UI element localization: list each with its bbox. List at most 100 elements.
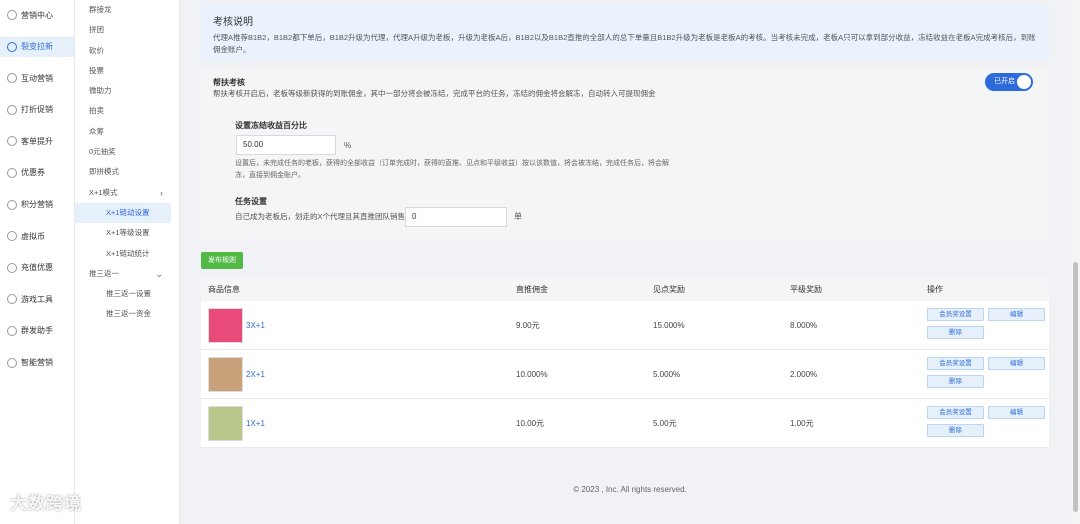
help-title: 帮扶考核 bbox=[213, 78, 245, 87]
edit-button[interactable]: 编辑 bbox=[988, 406, 1045, 419]
subnav-x1-item-1-label: X+1等级设置 bbox=[106, 228, 150, 238]
subnav-tui3-item-0-label: 推三返一设置 bbox=[106, 289, 151, 299]
delete-button[interactable]: 删除 bbox=[927, 326, 984, 339]
level-reward: 8.000% bbox=[790, 320, 818, 330]
nav-item-9[interactable]: 游戏工具 bbox=[0, 289, 74, 309]
member-reward-button[interactable]: 会员奖设置 bbox=[927, 308, 984, 321]
delete-button[interactable]: 删除 bbox=[927, 424, 984, 437]
nav-item-3[interactable]: 打折促销 bbox=[0, 100, 74, 120]
subnav-item-0-label: 群接龙 bbox=[89, 5, 112, 14]
nav-item-label: 优惠券 bbox=[21, 168, 45, 178]
game-icon bbox=[7, 294, 17, 305]
help-toggle[interactable]: 已开启 bbox=[985, 73, 1033, 91]
help-assessment-card: 帮扶考核 帮扶考核开启后，老板等级新获得的到账佣金，其中一部分将会被冻结，完成平… bbox=[201, 67, 1049, 240]
edit-button[interactable]: 编辑 bbox=[988, 308, 1045, 321]
nav-item-1[interactable]: 裂变拉新 bbox=[0, 36, 74, 57]
subnav-item-6[interactable]: 众筹 bbox=[75, 122, 179, 142]
product-thumbnail[interactable] bbox=[208, 307, 243, 343]
freeze-percent-input[interactable]: 50.00 bbox=[236, 135, 336, 155]
nav-item-label: 互动营销 bbox=[21, 73, 53, 83]
interact-icon bbox=[7, 73, 17, 84]
nav-item-5[interactable]: 优惠券 bbox=[0, 163, 74, 183]
subnav-item-4[interactable]: 微助力 bbox=[75, 81, 179, 101]
subnav-x1-item-2[interactable]: X+1链动统计 bbox=[75, 244, 179, 264]
task-unit: 单 bbox=[514, 212, 522, 221]
nav-item-2[interactable]: 互动营销 bbox=[0, 68, 74, 88]
subnav-x1-item-1[interactable]: X+1等级设置 bbox=[75, 223, 179, 243]
nav-item-label: 群发助手 bbox=[21, 326, 53, 336]
nav-item-6[interactable]: 积分营销 bbox=[0, 195, 74, 215]
nav-item-label: 智能营销 bbox=[21, 358, 53, 368]
subnav-item-2[interactable]: 砍价 bbox=[75, 41, 179, 61]
task-title: 任务设置 bbox=[235, 197, 267, 206]
task-count-input[interactable]: 0 bbox=[405, 207, 507, 227]
subnav-group-tui3[interactable]: 推三返一 ⌄ bbox=[75, 264, 179, 284]
product-name[interactable]: 2X+1 bbox=[246, 370, 265, 379]
delete-button[interactable]: 删除 bbox=[927, 375, 984, 388]
product-cell: 2X+1 bbox=[201, 356, 516, 392]
product-thumbnail[interactable] bbox=[208, 356, 243, 392]
chevron-icon: ⌄ bbox=[155, 268, 163, 279]
watermark-logo: 大数跨境 bbox=[10, 494, 82, 513]
scrollbar[interactable] bbox=[1071, 0, 1080, 524]
explain-card: 考核说明 代理A推荐B1B2，B1B2都下单后，B1B2升级为代理，代理A升级为… bbox=[201, 5, 1049, 60]
subnav-item-7[interactable]: 0元抽奖 bbox=[75, 142, 179, 162]
member-reward-button[interactable]: 会员奖设置 bbox=[927, 357, 984, 370]
product-name[interactable]: 3X+1 bbox=[246, 321, 265, 330]
subnav-item-3[interactable]: 投票 bbox=[75, 61, 179, 81]
product-name[interactable]: 1X+1 bbox=[246, 419, 265, 428]
direct-commission: 9.00元 bbox=[516, 320, 540, 330]
freeze-unit: % bbox=[344, 141, 352, 150]
nav-item-7[interactable]: 虚拟币 bbox=[0, 226, 74, 246]
freeze-title: 设置冻结收益百分比 bbox=[235, 121, 307, 130]
nav-item-label: 虚拟币 bbox=[21, 231, 45, 241]
nav-item-label: 裂变拉新 bbox=[21, 42, 53, 52]
explain-title: 考核说明 bbox=[213, 17, 253, 28]
discount-icon bbox=[7, 104, 17, 115]
member-reward-button[interactable]: 会员奖设置 bbox=[927, 406, 984, 419]
subnav-item-8[interactable]: 即拼模式 bbox=[75, 162, 179, 182]
explain-desc: 代理A推荐B1B2，B1B2都下单后，B1B2升级为代理，代理A升级为老板，升级… bbox=[213, 33, 1036, 54]
subnav-item-1[interactable]: 拼团 bbox=[75, 20, 179, 40]
nav-item-label: 积分营销 bbox=[21, 200, 53, 210]
nav-item-10[interactable]: 群发助手 bbox=[0, 321, 74, 341]
subnav-group-x1-label: X+1模式 bbox=[89, 187, 118, 197]
nav-item-label: 客单提升 bbox=[21, 136, 53, 146]
subnav-item-5[interactable]: 拍卖 bbox=[75, 101, 179, 121]
subnav-item-2-label: 砍价 bbox=[89, 45, 104, 55]
help-desc: 帮扶考核开启后，老板等级新获得的到账佣金，其中一部分将会被冻结，完成平台的任务，… bbox=[213, 89, 656, 98]
subnav-item-4-label: 微助力 bbox=[89, 86, 112, 96]
toggle-label: 已开启 bbox=[994, 78, 1015, 85]
subnav-item-0[interactable]: 群接龙 bbox=[75, 0, 179, 20]
edit-button[interactable]: 编辑 bbox=[988, 357, 1045, 370]
publish-rule-button[interactable]: 发布规则 bbox=[201, 252, 243, 269]
subnav-item-8-label: 即拼模式 bbox=[89, 167, 119, 177]
subnav-tui3-item-1-label: 推三返一资金 bbox=[106, 309, 151, 319]
point-reward: 5.00元 bbox=[653, 418, 677, 428]
coupon-icon bbox=[7, 167, 17, 178]
th-actions: 操作 bbox=[927, 284, 943, 294]
nav-item-label: 营销中心 bbox=[21, 10, 53, 20]
subnav-group-x1[interactable]: X+1模式 › bbox=[75, 183, 179, 203]
subnav-x1-item-2-label: X+1链动统计 bbox=[106, 248, 150, 258]
subnav-tui3-item-1[interactable]: 推三返一资金 bbox=[75, 304, 179, 324]
subnav-group-tui3-label: 推三返一 bbox=[89, 268, 119, 278]
subnav-item-6-label: 众筹 bbox=[89, 126, 104, 136]
points-icon bbox=[7, 199, 17, 210]
table-header: 商品信息 直推佣金 见点奖励 平级奖励 操作 bbox=[201, 277, 1049, 301]
freeze-hint: 设置后，未完成任务的老板，获得的全部收益（订单完成时，获得的直推、见点和平级收益… bbox=[235, 160, 669, 179]
product-thumbnail[interactable] bbox=[208, 405, 243, 441]
th-point: 见点奖励 bbox=[653, 284, 685, 294]
scrollbar-thumb[interactable] bbox=[1073, 262, 1078, 512]
subnav-tui3-item-0[interactable]: 推三返一设置 bbox=[75, 284, 179, 304]
subnav-x1-item-0[interactable]: X+1链动设置 bbox=[75, 202, 171, 224]
nav-item-11[interactable]: 智能营销 bbox=[0, 353, 74, 373]
nav-item-8[interactable]: 充值优惠 bbox=[0, 258, 74, 278]
subnav-item-3-label: 投票 bbox=[89, 65, 104, 75]
nav-item-4[interactable]: 客单提升 bbox=[0, 131, 74, 151]
footer: © 2023 , Inc. All rights reserved. bbox=[573, 485, 687, 494]
point-reward: 5.000% bbox=[653, 369, 681, 379]
nav-item-0[interactable]: 营销中心 bbox=[0, 5, 74, 25]
marketing-icon bbox=[7, 10, 17, 20]
subnav-x1-item-0-label: X+1链动设置 bbox=[106, 207, 150, 217]
